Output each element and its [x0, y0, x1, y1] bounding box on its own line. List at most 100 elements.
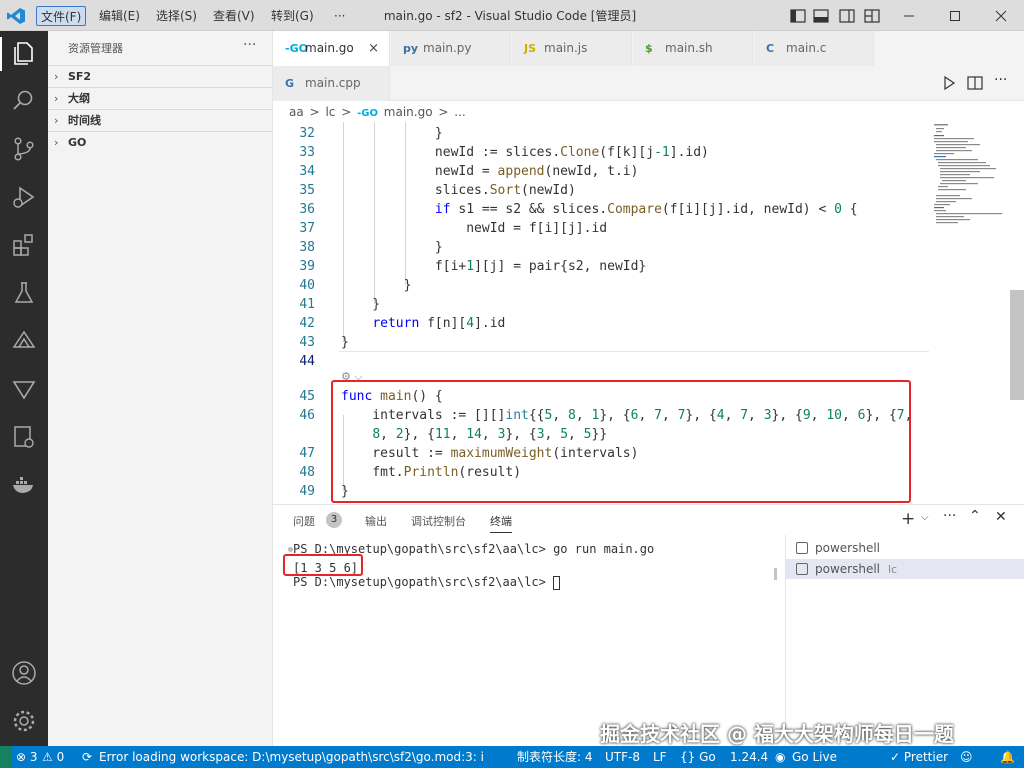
- code-line: 36 if s1 == s2 && slices.Compare(f[i][j]…: [299, 202, 858, 217]
- section-timeline[interactable]: › 时间线: [48, 109, 273, 131]
- activity-bar: [0, 31, 48, 746]
- code-line: 37 newId = f[i][j].id: [299, 221, 608, 236]
- extensions-icon[interactable]: [10, 231, 38, 259]
- tab-main-sh[interactable]: $ main.sh: [633, 31, 753, 66]
- gitlens-icon[interactable]: [10, 375, 38, 403]
- watermark: 掘金技术社区 @ 福大大架构师每日一题: [600, 722, 954, 746]
- status-message[interactable]: Error loading workspace: D:\mysetup\gopa…: [99, 746, 484, 768]
- status-errors[interactable]: ⊗ 3: [16, 746, 38, 768]
- tab-debug-console[interactable]: 调试控制台: [411, 513, 466, 529]
- menu-selection[interactable]: 选择(S): [152, 6, 201, 26]
- menu-go[interactable]: 转到(G): [267, 6, 318, 26]
- code-line: 38 }: [299, 240, 443, 255]
- code-line: 43}: [299, 335, 349, 350]
- status-prettier[interactable]: ✓ Prettier: [890, 746, 948, 768]
- panel-more-button[interactable]: ···: [943, 508, 956, 524]
- feedback-icon[interactable]: ☺: [960, 746, 973, 768]
- run-icon[interactable]: [940, 74, 958, 92]
- breadcrumb-file[interactable]: main.go: [384, 105, 433, 119]
- terminal-prompt-line[interactable]: PS D:\mysetup\gopath\src\sf2\aa\lc>: [293, 575, 561, 590]
- remote-indicator[interactable]: [0, 746, 12, 768]
- status-go-live[interactable]: Go Live: [792, 746, 837, 768]
- minimap[interactable]: [930, 122, 1010, 242]
- breadcrumb: aa > lc > -GO main.go > ...: [289, 102, 468, 122]
- code-line: 35 slices.Sort(newId): [299, 183, 576, 198]
- toggle-panel-icon[interactable]: [812, 7, 830, 25]
- status-encoding[interactable]: UTF-8: [605, 746, 640, 768]
- sidebar-title: 资源管理器: [68, 42, 123, 55]
- section-sf2[interactable]: › SF2: [48, 65, 273, 87]
- code-line: 33 newId := slices.Clone(f[k][j-1].id): [299, 145, 709, 160]
- highlight-box-main-func: [331, 380, 911, 503]
- remote-containers-icon[interactable]: [10, 423, 38, 451]
- terminal-cursor: [553, 575, 561, 590]
- tab-problems[interactable]: 问题: [293, 513, 315, 529]
- testing-icon[interactable]: [10, 279, 38, 307]
- terminal-scrollbar[interactable]: [774, 568, 777, 580]
- tab-terminal[interactable]: 终端: [490, 513, 512, 533]
- customize-layout-icon[interactable]: [863, 7, 881, 25]
- status-warnings[interactable]: ⚠ 0: [42, 746, 64, 768]
- tab-close-icon[interactable]: ×: [368, 31, 379, 66]
- menu-edit[interactable]: 编辑(E): [95, 6, 144, 26]
- chevron-right-icon: ›: [54, 136, 59, 149]
- tab-main-py[interactable]: py main.py: [391, 31, 511, 66]
- close-panel-icon[interactable]: ✕: [995, 509, 1007, 525]
- chevron-right-icon: ›: [54, 114, 59, 127]
- search-icon[interactable]: [10, 87, 38, 115]
- explorer-icon[interactable]: [10, 39, 38, 67]
- manage-gear-icon[interactable]: [10, 707, 38, 735]
- terminal-command-decoration: [288, 547, 293, 552]
- tab-main-go[interactable]: -GO main.go ×: [273, 31, 390, 66]
- terminal-item-powershell[interactable]: powershell: [786, 538, 1024, 558]
- maximize-panel-icon[interactable]: ⌃: [969, 508, 981, 524]
- breadcrumb-aa[interactable]: aa: [289, 105, 304, 119]
- docker-icon[interactable]: [10, 471, 38, 499]
- breadcrumb-separator: >: [438, 105, 449, 119]
- remote-explorer-icon[interactable]: [10, 327, 38, 355]
- go-file-icon: -GO: [357, 108, 378, 119]
- code-line: 32 }: [299, 126, 443, 141]
- toggle-sidebar-icon[interactable]: [789, 7, 807, 25]
- sidebar-more-button[interactable]: ···: [243, 37, 256, 53]
- chevron-down-icon[interactable]: ⌵: [921, 512, 929, 523]
- editor-more-button[interactable]: ···: [994, 72, 1007, 88]
- tab-main-cpp[interactable]: G main.cpp: [273, 66, 390, 101]
- tab-main-js[interactable]: JS main.js: [512, 31, 632, 66]
- section-outline[interactable]: › 大纲: [48, 87, 273, 109]
- maximize-icon: [950, 10, 960, 21]
- code-line: 40 }: [299, 278, 412, 293]
- highlight-box-output: [283, 554, 363, 576]
- notifications-icon[interactable]: 🔔: [1000, 746, 1015, 768]
- bottom-panel: 问题 3 输出 调试控制台 终端 + ⌵ ··· ⌃ ✕ PS D:\myset…: [273, 504, 1024, 747]
- split-editor-icon[interactable]: [966, 74, 984, 92]
- terminal-item-powershell-lc[interactable]: powershell lc: [786, 559, 1024, 579]
- breadcrumb-lc[interactable]: lc: [325, 105, 335, 119]
- status-tab-size[interactable]: 制表符长度: 4: [517, 746, 593, 768]
- breadcrumb-separator: >: [341, 105, 352, 119]
- accounts-icon[interactable]: [10, 659, 38, 687]
- section-go[interactable]: › GO: [48, 131, 273, 153]
- code-line: 41 }: [299, 297, 381, 312]
- tab-output[interactable]: 输出: [365, 513, 387, 529]
- breadcrumb-symbol[interactable]: ...: [454, 105, 465, 119]
- close-button[interactable]: [978, 0, 1024, 31]
- run-debug-icon[interactable]: [10, 183, 38, 211]
- source-control-icon[interactable]: [10, 135, 38, 163]
- code-line: 34 newId = append(newId, t.i): [299, 164, 639, 179]
- status-language[interactable]: {} Go: [680, 746, 716, 768]
- editor-scrollbar-thumb[interactable]: [1010, 290, 1024, 400]
- minimize-button[interactable]: [886, 0, 932, 31]
- status-go-version[interactable]: 1.24.4: [730, 746, 768, 768]
- menu-file[interactable]: 文件(F): [36, 6, 87, 26]
- menu-more[interactable]: ···: [330, 6, 349, 26]
- menu-view[interactable]: 查看(V): [209, 6, 259, 26]
- new-terminal-plus-icon[interactable]: +: [901, 509, 915, 529]
- toggle-secondary-sidebar-icon[interactable]: [838, 7, 856, 25]
- sync-icon: ⟳: [82, 750, 93, 764]
- chevron-right-icon: ›: [54, 70, 59, 83]
- tab-main-c[interactable]: C main.c: [754, 31, 874, 66]
- maximize-button[interactable]: [932, 0, 978, 31]
- cpp-file-icon: G: [285, 77, 295, 90]
- status-eol[interactable]: LF: [653, 746, 667, 768]
